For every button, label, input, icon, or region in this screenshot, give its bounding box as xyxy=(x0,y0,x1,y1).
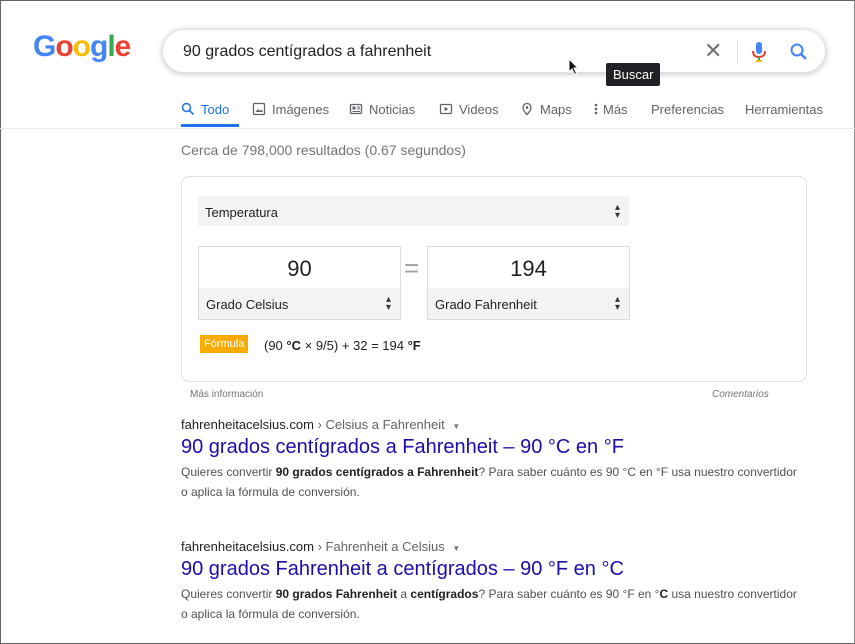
logo-letter: G xyxy=(33,30,56,63)
chevron-down-icon[interactable]: ▼ xyxy=(452,422,460,431)
tab-label: Maps xyxy=(540,101,572,117)
result-domain: fahrenheitacelsius.com xyxy=(181,539,314,554)
search-tooltip: Buscar xyxy=(606,63,661,86)
news-icon xyxy=(349,103,363,115)
unit-type-select[interactable]: Temperatura ▴ ▾ xyxy=(198,196,629,226)
formula-text: (90 °C × 9/5) + 32 = 194 °F xyxy=(264,338,421,353)
equals-sign: = xyxy=(404,253,420,283)
tab-label: Herramientas xyxy=(745,101,824,117)
select-arrows-icon: ▴ ▾ xyxy=(614,202,620,221)
snippet-text: Quieres convertir xyxy=(181,465,276,479)
search-box[interactable]: 90 grados centígrados a fahrenheit ✕ xyxy=(162,29,826,73)
tab-imagenes[interactable]: Imágenes xyxy=(252,99,329,119)
formula-part: (90 xyxy=(264,338,287,353)
result-cite: fahrenheitacelsius.com › Fahrenheit a Ce… xyxy=(181,539,801,554)
search-icon[interactable] xyxy=(789,42,809,62)
result-snippet: Quieres convertir 90 grados Fahrenheit a… xyxy=(181,584,801,624)
snippet-emphasis: centígrados xyxy=(410,587,479,601)
tab-label: Todo xyxy=(201,101,230,117)
tab-preferencias[interactable]: Preferencias xyxy=(651,99,724,119)
logo-letter: e xyxy=(114,30,132,63)
close-icon[interactable]: ✕ xyxy=(704,39,722,63)
tab-label: Imágenes xyxy=(272,101,330,117)
result-title-link[interactable]: 90 grados centígrados a Fahrenheit – 90 … xyxy=(181,436,801,459)
tab-mas[interactable]: Más xyxy=(593,99,628,119)
chevron-down-icon[interactable]: ▼ xyxy=(452,544,460,553)
tab-label: Videos xyxy=(459,101,499,117)
tab-maps[interactable]: Maps xyxy=(520,99,572,119)
tab-label: Más xyxy=(603,101,628,117)
logo-letter: o xyxy=(55,30,73,63)
search-result: fahrenheitacelsius.com › Fahrenheit a Ce… xyxy=(181,539,801,624)
result-path: › Celsius a Fahrenheit xyxy=(313,417,445,432)
search-result: fahrenheitacelsius.com › Celsius a Fahre… xyxy=(181,417,801,502)
tab-herramientas[interactable]: Herramientas xyxy=(745,99,823,119)
to-unit-value: Grado Fahrenheit xyxy=(435,297,537,312)
logo-letter: l xyxy=(107,30,115,63)
from-value-box: 90 Grado Celsius ▴ ▾ xyxy=(198,246,401,320)
result-path: › Fahrenheit a Celsius xyxy=(313,539,445,554)
unit-type-value: Temperatura xyxy=(205,205,278,220)
result-cite: fahrenheitacelsius.com › Celsius a Fahre… xyxy=(181,417,801,432)
logo-letter: g xyxy=(90,30,108,63)
video-icon xyxy=(439,103,453,115)
search-icon xyxy=(181,102,195,116)
search-tabs: Todo Imágenes Noticias Videos Maps Más P… xyxy=(0,96,855,129)
snippet-emphasis: 90 grados centígrados a Fahrenheit xyxy=(275,465,479,479)
search-input[interactable]: 90 grados centígrados a fahrenheit xyxy=(183,43,431,61)
select-arrows-icon: ▴ ▾ xyxy=(385,294,391,313)
snippet-emphasis: C xyxy=(659,587,669,601)
unit-converter-card: Temperatura ▴ ▾ 90 Grado Celsius ▴ ▾ = 194… xyxy=(181,176,807,382)
result-title-link[interactable]: 90 grados Fahrenheit a centígrados – 90 … xyxy=(181,558,801,581)
formula-badge: Fórmula xyxy=(200,335,249,353)
more-info-link[interactable]: Más información xyxy=(190,389,263,400)
snippet-text: a xyxy=(397,587,411,601)
tab-noticias[interactable]: Noticias xyxy=(349,99,415,119)
snippet-emphasis: 90 grados Fahrenheit xyxy=(275,587,398,601)
snippet-text: Quieres convertir xyxy=(181,587,276,601)
tab-todo[interactable]: Todo xyxy=(181,99,229,119)
to-value-box: 194 Grado Fahrenheit ▴ ▾ xyxy=(427,246,630,320)
tab-label: Preferencias xyxy=(651,101,724,117)
to-unit-select[interactable]: Grado Fahrenheit ▴ ▾ xyxy=(428,288,629,319)
from-unit-select[interactable]: Grado Celsius ▴ ▾ xyxy=(199,288,400,319)
formula-unit: °F xyxy=(407,338,421,353)
formula-part: × 9/5) + 32 = 194 xyxy=(301,338,408,353)
to-value-input[interactable]: 194 xyxy=(428,256,629,282)
from-value-input[interactable]: 90 xyxy=(199,256,400,282)
snippet-text: ? Para saber cuánto es 90 °F en ° xyxy=(478,587,660,601)
formula-unit: °C xyxy=(286,338,301,353)
feedback-link[interactable]: Comentarios xyxy=(712,389,769,400)
logo-letter: o xyxy=(72,30,91,63)
result-snippet: Quieres convertir 90 grados centígrados … xyxy=(181,462,801,502)
select-arrows-icon: ▴ ▾ xyxy=(614,294,620,313)
map-pin-icon xyxy=(522,102,532,116)
divider xyxy=(737,40,738,64)
result-stats: Cerca de 798,000 resultados (0.67 segund… xyxy=(181,142,466,158)
mouse-cursor-icon xyxy=(568,58,580,76)
tab-label: Noticias xyxy=(369,101,416,117)
image-icon xyxy=(252,102,266,116)
microphone-icon[interactable] xyxy=(751,40,767,64)
result-domain: fahrenheitacelsius.com xyxy=(181,417,314,432)
tab-videos[interactable]: Videos xyxy=(439,99,499,119)
google-logo[interactable]: Google xyxy=(33,30,132,64)
from-unit-value: Grado Celsius xyxy=(206,297,289,312)
active-tab-indicator xyxy=(181,124,239,127)
more-icon xyxy=(594,103,598,115)
